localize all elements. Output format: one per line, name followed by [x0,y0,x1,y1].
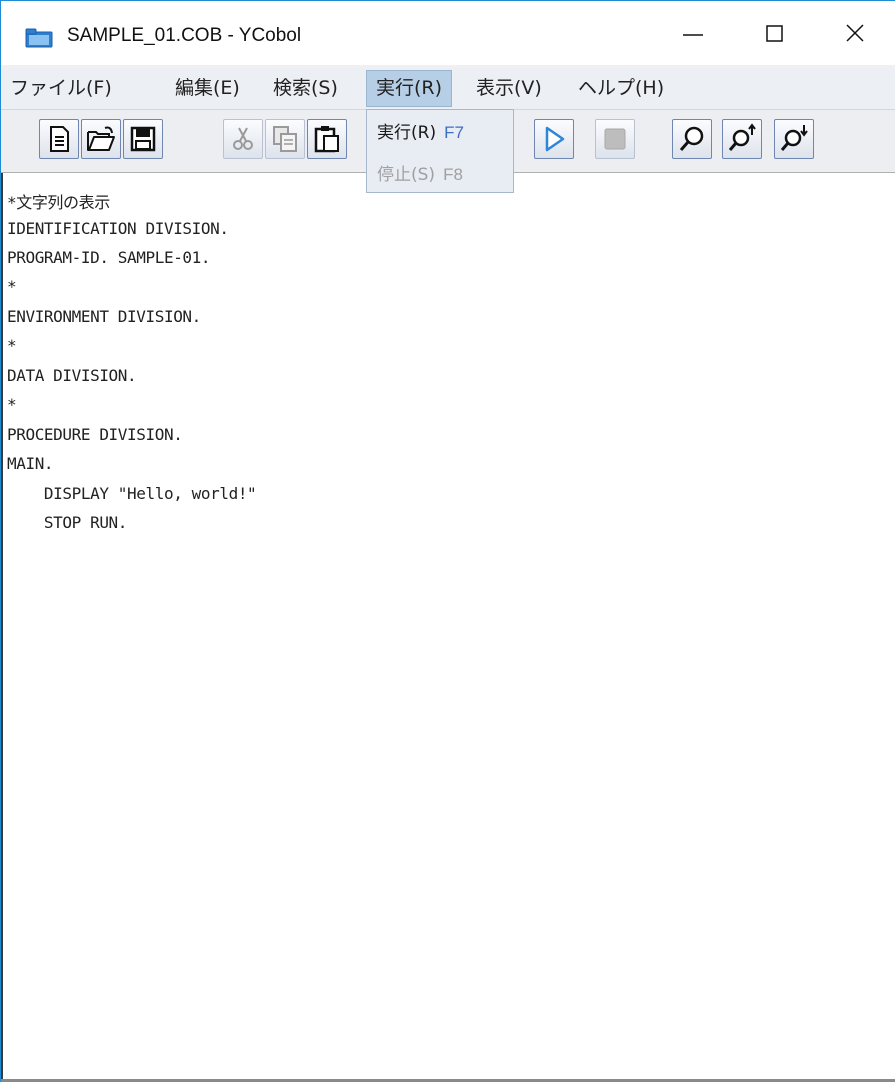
run-menu-dropdown: 実行(R) F7 停止(S) F8 [366,109,514,193]
menu-item-run-shortcut: F7 [444,123,464,142]
menu-item-stop-shortcut: F8 [443,165,463,184]
code-line: * [7,336,17,355]
search-next-button[interactable] [774,119,814,159]
code-line: DISPLAY "Hello, world!" [7,484,257,503]
code-line: ENVIRONMENT DIVISION. [7,307,201,326]
search-next-icon [780,125,808,151]
search-button[interactable] [672,119,712,159]
menu-view[interactable]: 表示(V) [467,71,551,106]
minimize-icon [683,34,703,36]
folder-icon [25,28,53,48]
menu-search[interactable]: 検索(S) [264,71,347,106]
code-line: STOP RUN. [7,513,128,532]
copy-icon [273,126,297,152]
code-line: *文字列の表示 [7,193,110,212]
code-line: * [7,277,17,296]
stop-button[interactable] [595,119,635,159]
code-line: PROCEDURE DIVISION. [7,425,183,444]
run-button[interactable] [534,119,574,159]
stop-icon [604,128,626,150]
app-window: SAMPLE_01.COB - YCobol ファイル(F) 編集(E) 検索(… [0,0,896,1082]
menu-item-run[interactable]: 実行(R) F7 [377,118,464,143]
search-prev-button[interactable] [722,119,762,159]
code-line: DATA DIVISION. [7,366,137,385]
search-magnifier-icon [679,126,704,151]
menu-help[interactable]: ヘルプ(H) [569,71,673,106]
close-icon [846,24,864,42]
code-line: MAIN. [7,454,54,473]
maximize-button[interactable] [735,1,815,65]
save-button[interactable] [123,119,163,159]
menu-edit[interactable]: 編集(E) [166,71,249,106]
menu-item-run-label: 実行(R) [377,123,437,143]
search-prev-icon [728,123,756,151]
paste-button[interactable] [307,119,347,159]
save-disk-icon [130,126,156,152]
code-line: PROGRAM-ID. SAMPLE-01. [7,248,211,267]
menu-file[interactable]: ファイル(F) [1,71,121,106]
window-title: SAMPLE_01.COB - YCobol [67,25,302,46]
menu-item-stop-label: 停止(S) [377,165,436,185]
open-folder-icon [87,126,115,151]
new-file-icon [50,126,69,152]
run-play-icon [545,126,565,152]
minimize-button[interactable] [653,1,733,65]
cut-scissors-icon [233,127,253,150]
open-file-button[interactable] [81,119,121,159]
code-line: * [7,395,17,414]
menu-item-stop[interactable]: 停止(S) F8 [377,160,463,185]
maximize-icon [766,25,783,42]
code-line: IDENTIFICATION DIVISION. [7,219,229,238]
title-bar[interactable]: SAMPLE_01.COB - YCobol [1,1,895,65]
menu-bar: ファイル(F) 編集(E) 検索(S) 実行(R) 表示(V) ヘルプ(H) [1,68,895,110]
menu-run[interactable]: 実行(R) [366,70,453,107]
cut-button[interactable] [223,119,263,159]
copy-button[interactable] [265,119,305,159]
code-editor[interactable]: *文字列の表示 IDENTIFICATION DIVISION. PROGRAM… [1,173,896,1079]
paste-clipboard-icon [314,126,339,153]
new-file-button[interactable] [39,119,79,159]
close-button[interactable] [815,1,895,65]
